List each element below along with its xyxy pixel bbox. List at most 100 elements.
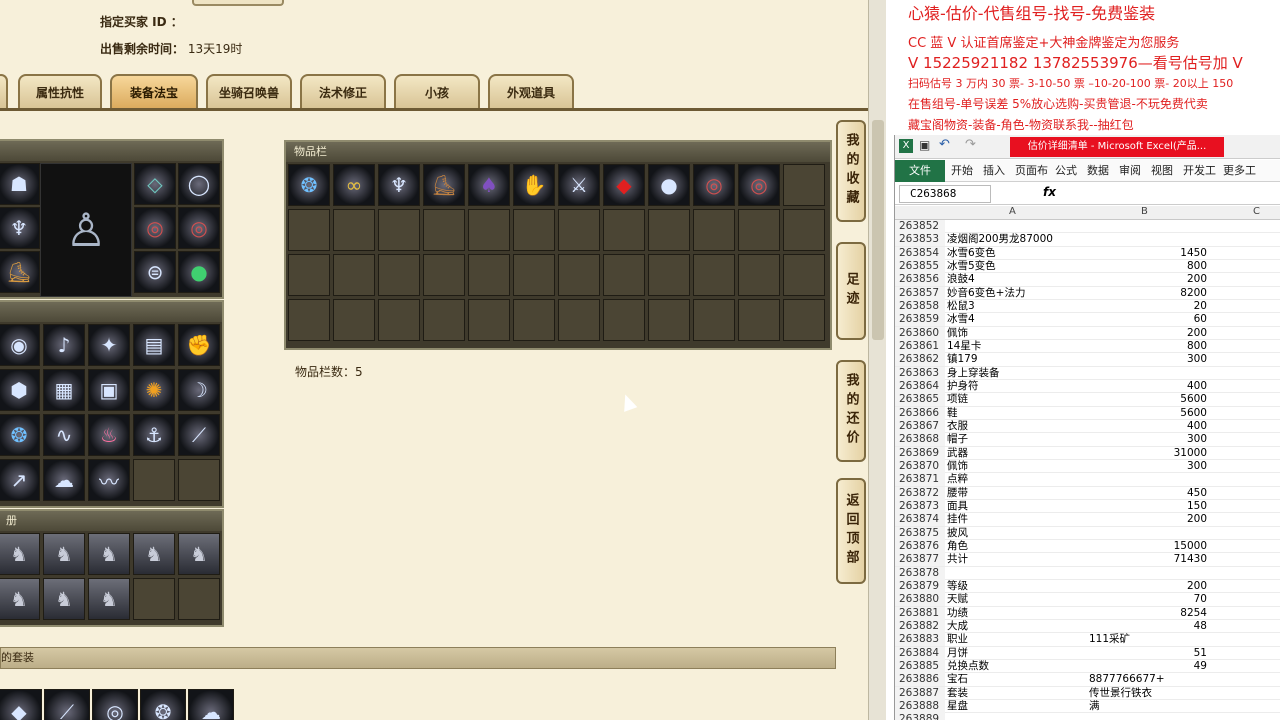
treasure-slot[interactable]: [178, 459, 220, 501]
top-button-edge[interactable]: [192, 0, 284, 6]
summon-slot[interactable]: ♞: [178, 533, 220, 575]
excel-menu-developer[interactable]: 开发工: [1183, 160, 1216, 182]
treasure-slot[interactable]: ↗: [0, 459, 40, 501]
inventory-slot[interactable]: [693, 254, 735, 296]
inventory-slot[interactable]: [288, 209, 330, 251]
excel-cell-b[interactable]: 49: [1089, 660, 1207, 673]
excel-row-number[interactable]: 263875: [895, 526, 945, 540]
excel-name-box[interactable]: C263868: [899, 185, 991, 203]
excel-cell-b[interactable]: 800: [1089, 340, 1207, 353]
inventory-slot[interactable]: ♠: [468, 164, 510, 206]
excel-cell-a[interactable]: 鞋: [947, 407, 1087, 420]
inventory-slot[interactable]: [468, 209, 510, 251]
inventory-slot[interactable]: [333, 299, 375, 341]
ring-slot-2[interactable]: ◎: [178, 207, 220, 249]
excel-cell-b[interactable]: 400: [1089, 420, 1207, 433]
inventory-slot[interactable]: ●: [648, 164, 690, 206]
inventory-slot[interactable]: [693, 209, 735, 251]
treasure-slot[interactable]: ✺: [133, 369, 175, 411]
excel-cell-b[interactable]: 111采矿: [1089, 633, 1207, 646]
treasure-slot[interactable]: ☽: [178, 369, 220, 411]
summon-slot[interactable]: [178, 578, 220, 620]
summon-slot[interactable]: ♞: [0, 578, 40, 620]
tab-partial[interactable]: [0, 74, 8, 110]
inventory-slot[interactable]: [603, 209, 645, 251]
inventory-slot[interactable]: ♆: [378, 164, 420, 206]
suit-slot[interactable]: ❂: [140, 689, 186, 720]
inventory-slot[interactable]: [783, 209, 825, 251]
excel-row-number[interactable]: 263879: [895, 579, 945, 593]
inventory-slot[interactable]: [603, 299, 645, 341]
excel-cell-b[interactable]: 传世景行铁衣: [1089, 687, 1207, 700]
tab-appearance[interactable]: 外观道具: [488, 74, 574, 110]
treasure-slot[interactable]: [133, 459, 175, 501]
tab-equipment[interactable]: 装备法宝: [110, 74, 198, 110]
excel-fx-icon[interactable]: fx: [1043, 185, 1056, 199]
inventory-slot[interactable]: [783, 164, 825, 206]
suit-slot[interactable]: ☁: [188, 689, 234, 720]
tab-spells[interactable]: 法术修正: [300, 74, 386, 110]
inventory-slot[interactable]: [738, 299, 780, 341]
excel-cell-a[interactable]: 衣服: [947, 420, 1087, 433]
excel-cell-b[interactable]: 70: [1089, 593, 1207, 606]
inventory-slot[interactable]: ⚔: [558, 164, 600, 206]
excel-file-tab[interactable]: 文件: [895, 160, 945, 182]
inventory-slot[interactable]: [648, 299, 690, 341]
excel-cell-a[interactable]: 月饼: [947, 647, 1087, 660]
excel-cell-a[interactable]: 妙音6变色+法力: [947, 287, 1087, 300]
inventory-slot[interactable]: [783, 299, 825, 341]
excel-row-number[interactable]: 263865: [895, 393, 945, 407]
necklace-slot[interactable]: ◯: [178, 163, 220, 205]
excel-cell-a[interactable]: 职业: [947, 633, 1087, 646]
my-offers-button[interactable]: 我的还价: [836, 360, 866, 462]
treasure-slot[interactable]: ⚓: [133, 414, 175, 456]
excel-cell-a[interactable]: 功绩: [947, 607, 1087, 620]
boots-slot[interactable]: ⛸: [0, 251, 40, 293]
treasure-slot[interactable]: ✦: [88, 324, 130, 366]
excel-cell-a[interactable]: 点粹: [947, 473, 1087, 486]
excel-cell-b[interactable]: 8254: [1089, 607, 1207, 620]
treasure-slot[interactable]: ⬢: [0, 369, 40, 411]
excel-cell-a[interactable]: 帽子: [947, 433, 1087, 446]
excel-row-number[interactable]: 263855: [895, 259, 945, 273]
inventory-slot[interactable]: [783, 254, 825, 296]
excel-cell-b[interactable]: 1450: [1089, 247, 1207, 260]
my-favorites-button[interactable]: 我的收藏: [836, 120, 866, 222]
jade-slot[interactable]: ●: [178, 251, 220, 293]
excel-row-number[interactable]: 263860: [895, 326, 945, 340]
treasure-slot[interactable]: ◉: [0, 324, 40, 366]
excel-cell-b[interactable]: 8877766677+: [1089, 673, 1207, 686]
excel-cell-a[interactable]: 大成: [947, 620, 1087, 633]
excel-row-number[interactable]: 263859: [895, 313, 945, 327]
inventory-slot[interactable]: [468, 299, 510, 341]
inventory-slot[interactable]: [333, 254, 375, 296]
amulet-slot[interactable]: ◇: [134, 163, 176, 205]
excel-cell-b[interactable]: 满: [1089, 700, 1207, 713]
inventory-slot[interactable]: [423, 299, 465, 341]
excel-cell-a[interactable]: 佩饰: [947, 327, 1087, 340]
summon-slot[interactable]: ♞: [88, 578, 130, 620]
back-to-top-button[interactable]: 返回顶部: [836, 478, 866, 584]
excel-cell-a[interactable]: 松鼠3: [947, 300, 1087, 313]
treasure-slot[interactable]: ▦: [43, 369, 85, 411]
excel-row-number[interactable]: 263857: [895, 286, 945, 300]
excel-row-number[interactable]: 263867: [895, 419, 945, 433]
excel-row-number[interactable]: 263877: [895, 553, 945, 567]
page-scrollbar-thumb[interactable]: [872, 120, 884, 340]
footprints-button[interactable]: 足迹: [836, 242, 866, 340]
inventory-slot[interactable]: [423, 254, 465, 296]
inventory-slot[interactable]: [288, 299, 330, 341]
excel-cell-b[interactable]: 200: [1089, 327, 1207, 340]
treasure-slot[interactable]: ♪: [43, 324, 85, 366]
excel-cell-b[interactable]: 15000: [1089, 540, 1207, 553]
excel-menu-view[interactable]: 视图: [1151, 160, 1173, 182]
excel-cell-a[interactable]: 护身符: [947, 380, 1087, 393]
excel-row-number[interactable]: 263889: [895, 713, 945, 720]
excel-row-number[interactable]: 263861: [895, 339, 945, 353]
excel-row-number[interactable]: 263883: [895, 633, 945, 647]
excel-menu-data[interactable]: 数据: [1087, 160, 1109, 182]
summon-slot[interactable]: ♞: [133, 533, 175, 575]
belt-slot[interactable]: ⊜: [134, 251, 176, 293]
excel-row-number[interactable]: 263881: [895, 606, 945, 620]
excel-cell-a[interactable]: 面具: [947, 500, 1087, 513]
